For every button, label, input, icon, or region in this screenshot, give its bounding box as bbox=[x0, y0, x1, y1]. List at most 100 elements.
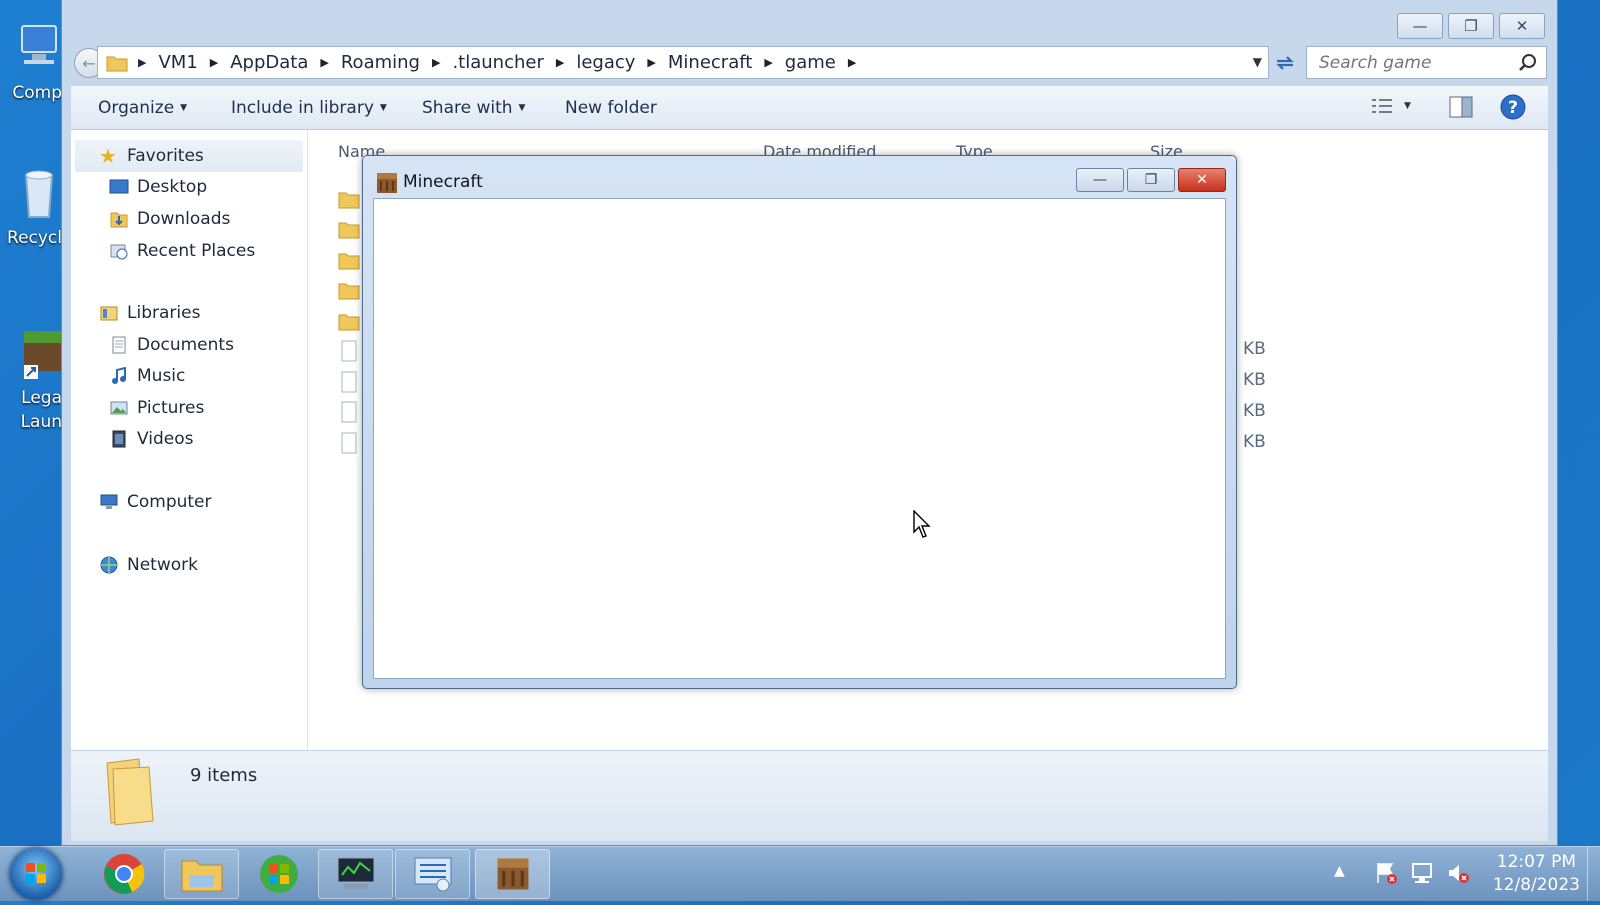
start-button[interactable] bbox=[10, 848, 62, 900]
maximize-button[interactable]: ❐ bbox=[1448, 13, 1494, 39]
breadcrumb-tlauncher[interactable]: .tlauncher ▶ bbox=[452, 52, 576, 73]
pictures-icon bbox=[110, 401, 128, 415]
close-button[interactable]: ✕ bbox=[1499, 13, 1545, 39]
nav-item-computer[interactable]: Computer bbox=[99, 492, 212, 512]
breadcrumb-arrow[interactable]: ▶ bbox=[210, 56, 218, 69]
refresh-button[interactable] bbox=[1270, 46, 1300, 79]
file-icon[interactable] bbox=[338, 401, 360, 423]
nav-item-documents[interactable]: Documents bbox=[109, 335, 234, 355]
view-options-button[interactable]: ▼ bbox=[1370, 96, 1411, 116]
desktop-icon-label-line2: Laun bbox=[20, 412, 62, 432]
breadcrumb-arrow[interactable]: ▶ bbox=[320, 56, 328, 69]
clock-date: 12/8/2023 bbox=[1492, 875, 1580, 895]
breadcrumb-arrow[interactable]: ▶ bbox=[764, 56, 772, 69]
taskbar-minecraft[interactable] bbox=[475, 849, 550, 899]
close-button[interactable]: ✕ bbox=[1178, 168, 1226, 192]
caret-down-icon: ▼ bbox=[1404, 101, 1411, 111]
nav-label: Favorites bbox=[127, 146, 204, 166]
nav-item-favorites[interactable]: ★ Favorites bbox=[99, 146, 204, 166]
folder-icon[interactable] bbox=[338, 218, 360, 240]
nav-item-libraries[interactable]: Libraries bbox=[99, 303, 200, 323]
folder-icon[interactable] bbox=[338, 310, 360, 332]
grass-block-icon bbox=[24, 331, 62, 379]
breadcrumb-root-arrow[interactable]: ▶ bbox=[138, 56, 146, 69]
address-dropdown-icon[interactable]: ▼ bbox=[1253, 55, 1262, 69]
breadcrumb-label: legacy bbox=[576, 52, 636, 73]
breadcrumb-arrow[interactable]: ▶ bbox=[848, 56, 856, 69]
help-icon[interactable]: ? bbox=[1500, 94, 1526, 120]
breadcrumb-game[interactable]: game ▶ bbox=[785, 52, 869, 73]
desktop-icon-label: Lega bbox=[21, 388, 62, 408]
documents-icon bbox=[112, 336, 126, 354]
taskbar-control-panel[interactable] bbox=[395, 849, 470, 899]
maximize-button[interactable]: ❐ bbox=[1127, 168, 1175, 192]
breadcrumb-vm1[interactable]: VM1 ▶ bbox=[158, 52, 230, 73]
nav-label: Desktop bbox=[137, 177, 208, 197]
minimize-button[interactable]: — bbox=[1397, 13, 1443, 39]
window-title: Minecraft bbox=[403, 172, 483, 192]
breadcrumb-legacy[interactable]: legacy ▶ bbox=[576, 52, 668, 73]
file-icon[interactable] bbox=[338, 432, 360, 454]
nav-label: Pictures bbox=[137, 398, 205, 418]
share-with-menu[interactable]: Share with ▼ bbox=[422, 98, 525, 118]
breadcrumb-label: .tlauncher bbox=[452, 52, 544, 73]
show-desktop-button[interactable] bbox=[1587, 847, 1600, 901]
desktop-icon-computer[interactable]: Comp bbox=[0, 20, 62, 105]
share-with-label: Share with bbox=[422, 98, 513, 118]
folder-icon[interactable] bbox=[338, 249, 360, 271]
breadcrumb-arrow[interactable]: ▶ bbox=[647, 56, 655, 69]
libraries-icon bbox=[100, 306, 118, 321]
breadcrumb-minecraft[interactable]: Minecraft ▶ bbox=[668, 52, 785, 73]
search-icon[interactable] bbox=[1518, 53, 1538, 73]
search-box[interactable] bbox=[1306, 46, 1547, 79]
nav-item-pictures[interactable]: Pictures bbox=[109, 398, 204, 418]
organize-menu[interactable]: Organize ▼ bbox=[98, 98, 187, 118]
nav-label: Downloads bbox=[137, 209, 231, 229]
new-folder-button[interactable]: New folder bbox=[565, 98, 657, 118]
nav-label: Documents bbox=[137, 335, 234, 355]
desktop-icon-recycle-bin[interactable]: Recycl bbox=[0, 165, 62, 250]
taskbar-explorer[interactable] bbox=[164, 849, 239, 899]
preview-pane-icon[interactable] bbox=[1448, 95, 1474, 119]
volume-muted-icon[interactable] bbox=[1446, 861, 1470, 885]
star-icon: ★ bbox=[99, 144, 117, 168]
breadcrumb-label: Roaming bbox=[340, 52, 420, 73]
nav-item-network[interactable]: Network bbox=[99, 555, 198, 575]
network-status-icon[interactable] bbox=[1410, 861, 1434, 885]
monitor-icon bbox=[337, 857, 374, 889]
taskbar-windows-update[interactable] bbox=[241, 849, 316, 899]
minimize-button[interactable]: — bbox=[1076, 168, 1124, 192]
breadcrumb-roaming[interactable]: Roaming ▶ bbox=[341, 52, 453, 73]
windows-orb-icon bbox=[259, 855, 298, 893]
navigation-pane: ★ Favorites Desktop Downloads Recent Plac… bbox=[71, 130, 308, 750]
caret-down-icon: ▼ bbox=[518, 103, 526, 113]
window-content bbox=[373, 198, 1226, 679]
address-bar[interactable]: ▶ VM1 ▶ AppData ▶ Roaming ▶ .tlauncher ▶ leg… bbox=[97, 46, 1269, 79]
folder-icon[interactable] bbox=[338, 279, 360, 301]
taskbar-task-manager[interactable] bbox=[318, 849, 393, 899]
breadcrumb-appdata[interactable]: AppData ▶ bbox=[230, 52, 341, 73]
nav-item-desktop[interactable]: Desktop bbox=[109, 177, 207, 197]
file-icon[interactable] bbox=[338, 371, 360, 393]
file-icon[interactable] bbox=[338, 340, 360, 362]
computer-icon bbox=[21, 25, 57, 64]
breadcrumb-arrow[interactable]: ▶ bbox=[556, 56, 564, 69]
system-clock[interactable]: 12:07 PM 12/8/2023 bbox=[1493, 851, 1580, 897]
include-in-library-menu[interactable]: Include in library ▼ bbox=[231, 98, 387, 118]
taskbar-chrome[interactable] bbox=[86, 849, 161, 899]
nav-item-recent-places[interactable]: Recent Places bbox=[109, 241, 255, 261]
computer-icon bbox=[100, 494, 118, 509]
folder-icon[interactable] bbox=[338, 188, 360, 210]
breadcrumb-arrow[interactable]: ▶ bbox=[432, 56, 440, 69]
desktop-icon-legacy-launcher[interactable]: Lega Laun bbox=[0, 325, 62, 434]
search-input[interactable] bbox=[1317, 52, 1511, 74]
recycle-bin-icon bbox=[24, 170, 54, 218]
action-center-flag-icon[interactable] bbox=[1374, 861, 1398, 885]
nav-item-music[interactable]: Music bbox=[109, 366, 185, 386]
show-hidden-icons-button[interactable]: ▲ bbox=[1334, 863, 1345, 879]
nav-item-videos[interactable]: Videos bbox=[109, 429, 194, 449]
nav-item-downloads[interactable]: Downloads bbox=[109, 209, 230, 229]
command-bar: Organize ▼ Include in library ▼ Share with… bbox=[71, 86, 1548, 130]
caret-down-icon: ▼ bbox=[379, 103, 387, 113]
control-panel-icon bbox=[414, 857, 451, 892]
